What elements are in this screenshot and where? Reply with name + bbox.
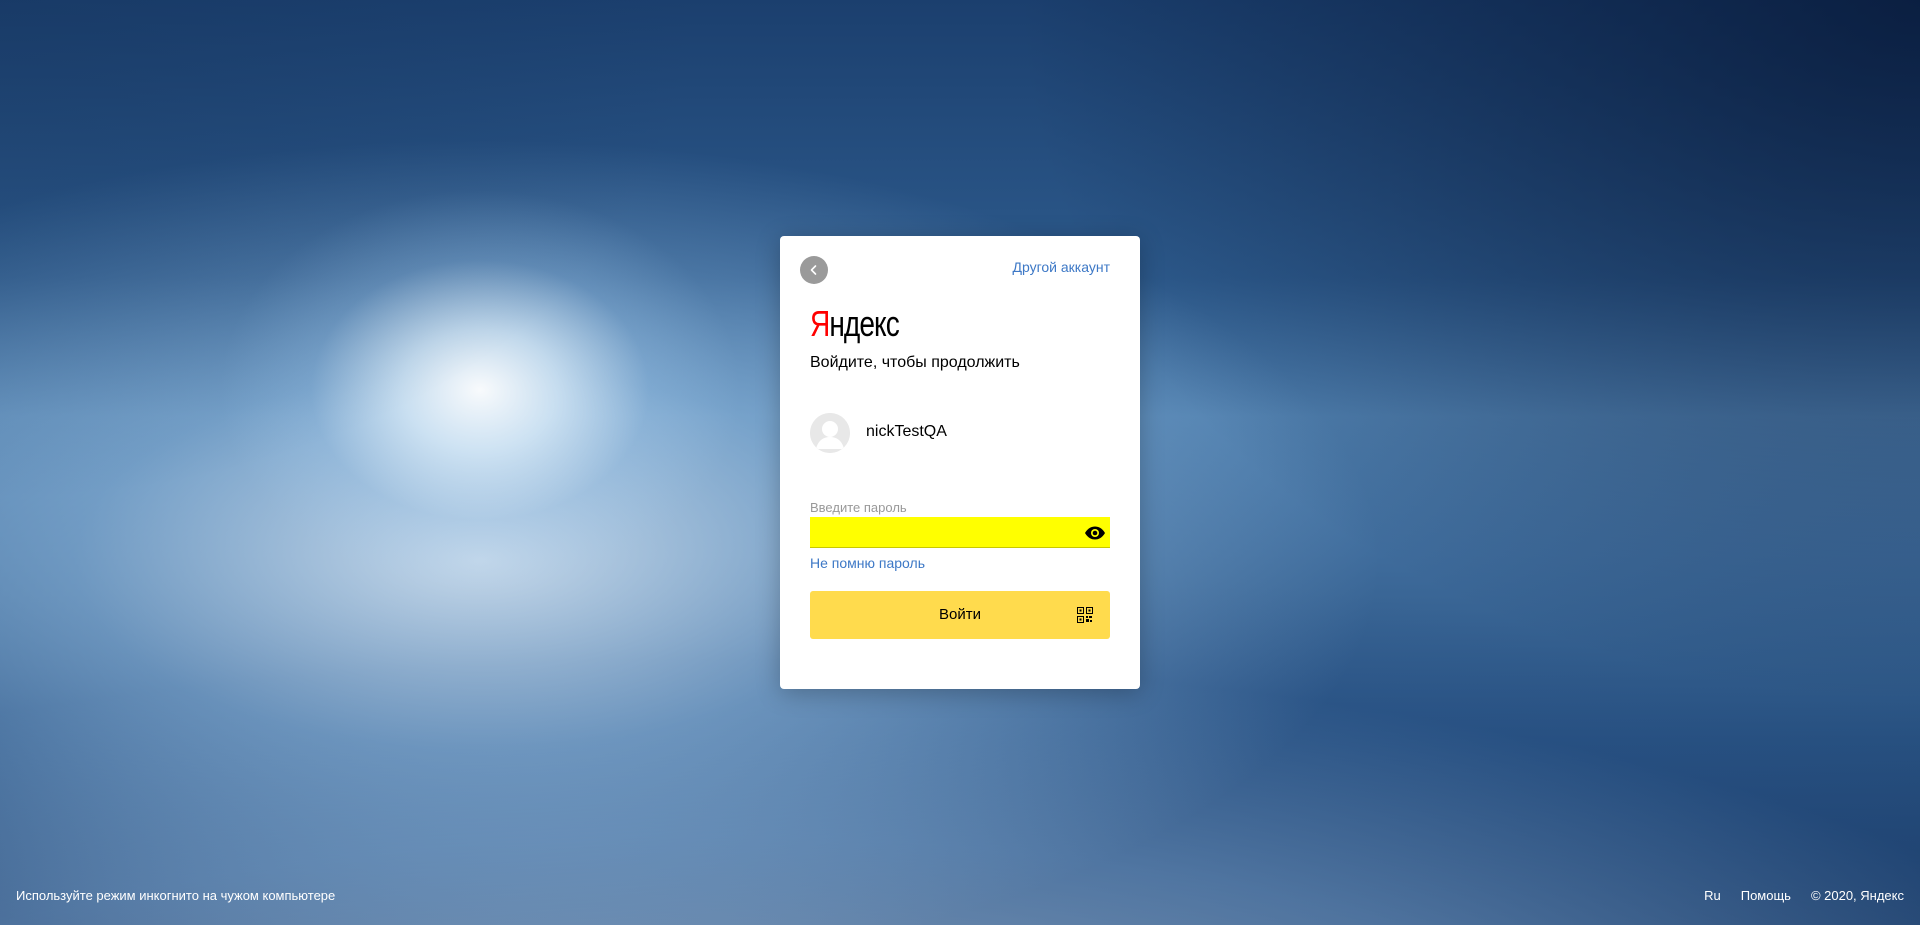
help-link[interactable]: Помощь [1741, 888, 1791, 903]
forgot-password-link[interactable]: Не помню пароль [810, 555, 925, 571]
incognito-hint: Используйте режим инкогнито на чужом ком… [16, 888, 336, 903]
eye-icon [1085, 526, 1105, 540]
language-switcher[interactable]: Ru [1704, 888, 1721, 903]
account-username: nickTestQA [866, 423, 947, 440]
logo-first-letter: Я [810, 303, 830, 344]
qr-code-icon[interactable] [1077, 607, 1093, 623]
login-button[interactable]: Войти [810, 591, 1110, 639]
login-button-label: Войти [939, 606, 981, 623]
other-account-link[interactable]: Другой аккаунт [1012, 259, 1110, 275]
back-button[interactable] [800, 256, 828, 284]
footer-links: Ru Помощь © 2020, Яндекс [1704, 888, 1904, 903]
user-avatar-icon [810, 413, 850, 453]
logo-rest: ндекс [829, 303, 899, 344]
show-password-button[interactable] [1084, 523, 1106, 543]
password-label: Введите пароль [810, 500, 907, 515]
avatar [810, 413, 850, 453]
password-input[interactable] [810, 517, 1110, 548]
login-card: Другой аккаунт Яндекс Войдите, чтобы про… [780, 236, 1140, 689]
copyright: © 2020, Яндекс [1810, 888, 1904, 903]
yandex-logo: Яндекс [810, 303, 900, 344]
chevron-left-icon [810, 265, 817, 275]
page-subtitle: Войдите, чтобы продолжить [810, 354, 1020, 371]
